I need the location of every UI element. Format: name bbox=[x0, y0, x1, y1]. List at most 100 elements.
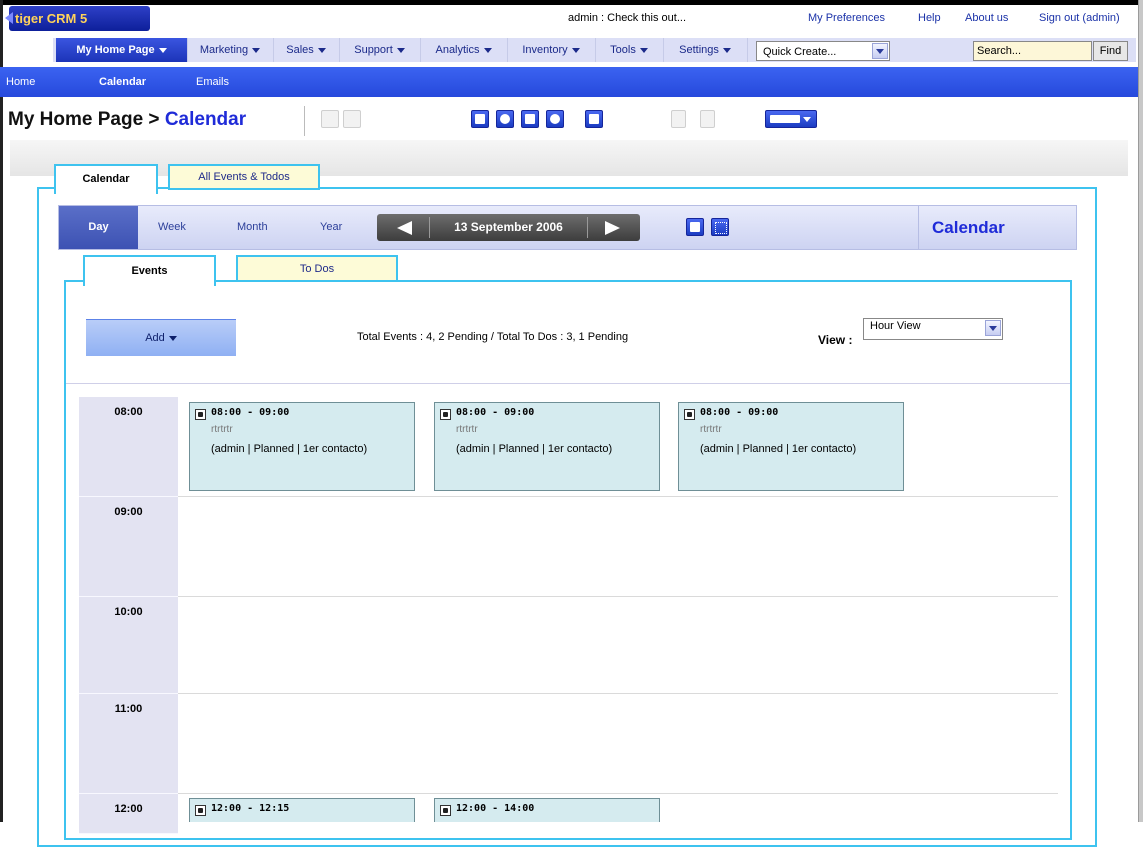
menu-support[interactable]: Support bbox=[339, 38, 421, 62]
sub-menu-home[interactable]: Home bbox=[6, 67, 35, 97]
chevron-down-icon bbox=[571, 47, 580, 53]
icon-glyph bbox=[770, 115, 800, 123]
add-label: Add bbox=[145, 332, 165, 344]
event-block[interactable]: 08:00 - 09:00 rtrtrtr (admin | Planned |… bbox=[434, 402, 660, 491]
event-block[interactable]: 12:00 - 14:00 bbox=[434, 798, 660, 822]
previous-arrow-icon[interactable] bbox=[397, 221, 412, 235]
hour-label: 12:00 bbox=[79, 794, 178, 834]
admin-message: admin : Check this out... bbox=[568, 12, 686, 24]
event-subject[interactable]: rtrtrtr bbox=[700, 424, 722, 435]
view-year-button[interactable]: Year bbox=[320, 206, 342, 249]
add-button[interactable]: Add bbox=[86, 319, 236, 356]
search-icon[interactable] bbox=[343, 110, 361, 128]
event-block[interactable]: 08:00 - 09:00 rtrtrtr (admin | Planned |… bbox=[189, 402, 415, 491]
date-navigator: 13 September 2006 bbox=[377, 214, 640, 241]
tab-todos[interactable]: To Dos bbox=[236, 255, 398, 282]
search-input[interactable]: Search... bbox=[973, 41, 1092, 61]
icon-glyph bbox=[550, 114, 560, 124]
help-link[interactable]: Help bbox=[918, 12, 941, 24]
view-month-button[interactable]: Month bbox=[237, 206, 268, 249]
settings-icon[interactable] bbox=[711, 218, 729, 236]
event-block[interactable]: 12:00 - 12:15 bbox=[189, 798, 415, 822]
hour-label: 09:00 bbox=[79, 497, 178, 597]
menu-settings[interactable]: Settings bbox=[663, 38, 748, 62]
next-arrow-icon[interactable] bbox=[605, 221, 620, 235]
event-subject[interactable]: rtrtrtr bbox=[456, 424, 478, 435]
menu-marketing[interactable]: Marketing bbox=[187, 38, 274, 62]
hour-row-line bbox=[178, 496, 1058, 497]
notes-icon[interactable] bbox=[585, 110, 603, 128]
sub-menu: Home Calendar Emails bbox=[0, 67, 1138, 97]
icon-glyph bbox=[589, 114, 599, 124]
hour-label: 11:00 bbox=[79, 694, 178, 794]
event-detail: (admin | Planned | 1er contacto) bbox=[211, 443, 368, 455]
menu-label: Tools bbox=[610, 44, 636, 56]
chevron-down-icon bbox=[252, 47, 261, 53]
window-top-border bbox=[0, 0, 1143, 5]
icon-glyph bbox=[715, 222, 727, 234]
about-us-link[interactable]: About us bbox=[965, 12, 1008, 24]
menu-my-home-page[interactable]: My Home Page bbox=[56, 38, 188, 62]
menu-sales[interactable]: Sales bbox=[273, 38, 340, 62]
events-panel bbox=[64, 280, 1072, 840]
my-preferences-link[interactable]: My Preferences bbox=[808, 12, 885, 24]
breadcrumb-home[interactable]: My Home Page > bbox=[8, 109, 165, 130]
calendar-title: Calendar bbox=[932, 218, 1005, 237]
sign-out-link[interactable]: Sign out (admin) bbox=[1039, 12, 1120, 24]
calendar-icon[interactable] bbox=[686, 218, 704, 236]
current-date: 13 September 2006 bbox=[454, 220, 563, 234]
menu-inventory[interactable]: Inventory bbox=[507, 38, 596, 62]
menu-tools[interactable]: Tools bbox=[595, 38, 664, 62]
quick-create-select[interactable]: Quick Create... bbox=[756, 41, 890, 61]
clock-icon[interactable] bbox=[496, 110, 514, 128]
chevron-down-icon bbox=[876, 49, 884, 54]
toolbar-divider bbox=[304, 106, 305, 136]
tab-calendar[interactable]: Calendar bbox=[54, 164, 158, 194]
dropdown-button[interactable] bbox=[985, 320, 1001, 336]
icon-glyph bbox=[525, 114, 535, 124]
hour-row-line bbox=[178, 596, 1058, 597]
icon-glyph bbox=[500, 114, 510, 124]
icon-glyph bbox=[690, 222, 700, 232]
add-icon[interactable] bbox=[321, 110, 339, 128]
find-button[interactable]: Find bbox=[1093, 41, 1128, 61]
view-select[interactable]: Hour View bbox=[863, 318, 1003, 340]
nav-divider bbox=[587, 217, 588, 238]
import-icon[interactable] bbox=[671, 110, 686, 128]
chevron-down-icon bbox=[722, 47, 731, 53]
event-subject[interactable]: rtrtrtr bbox=[211, 424, 233, 435]
tab-join bbox=[85, 279, 214, 282]
event-time: 12:00 - 12:15 bbox=[211, 803, 290, 814]
calendar-view-bar: Day Week Month Year 13 September 2006 Ca… bbox=[58, 205, 1077, 250]
sub-menu-calendar[interactable]: Calendar bbox=[99, 67, 146, 97]
hour-label: 08:00 bbox=[79, 397, 178, 497]
schedule-divider bbox=[66, 383, 1070, 384]
menu-analytics[interactable]: Analytics bbox=[420, 38, 508, 62]
view-day-button[interactable]: Day bbox=[59, 206, 138, 249]
breadcrumb-current: Calendar bbox=[164, 109, 247, 130]
phone-icon bbox=[440, 409, 451, 420]
meeting-icon bbox=[440, 805, 451, 816]
sub-menu-emails[interactable]: Emails bbox=[196, 67, 229, 97]
event-detail: (admin | Planned | 1er contacto) bbox=[456, 443, 613, 455]
menu-label: Marketing bbox=[199, 44, 249, 56]
menu-label: Analytics bbox=[435, 44, 480, 56]
page-title: My Home Page > Calendar bbox=[8, 109, 246, 131]
view-week-button[interactable]: Week bbox=[158, 206, 186, 249]
chat-icon[interactable] bbox=[546, 110, 564, 128]
dropdown-button[interactable] bbox=[872, 43, 888, 59]
event-detail: (admin | Planned | 1er contacto) bbox=[700, 443, 857, 455]
hour-label: 10:00 bbox=[79, 597, 178, 694]
tab-all-events-todos[interactable]: All Events & Todos bbox=[168, 164, 320, 190]
phone-icon bbox=[195, 409, 206, 420]
quick-create-value: Quick Create... bbox=[763, 46, 837, 58]
calendar-icon[interactable] bbox=[471, 110, 489, 128]
vtiger-logo[interactable]: tiger CRM 5 bbox=[5, 6, 150, 31]
phone-icon bbox=[195, 805, 206, 816]
event-block[interactable]: 08:00 - 09:00 rtrtrtr (admin | Planned |… bbox=[678, 402, 904, 491]
export-icon[interactable] bbox=[700, 110, 715, 128]
view-switch-icon[interactable] bbox=[765, 110, 817, 128]
hour-row-line bbox=[178, 793, 1058, 794]
calculator-icon[interactable] bbox=[521, 110, 539, 128]
menu-label: Support bbox=[354, 44, 393, 56]
